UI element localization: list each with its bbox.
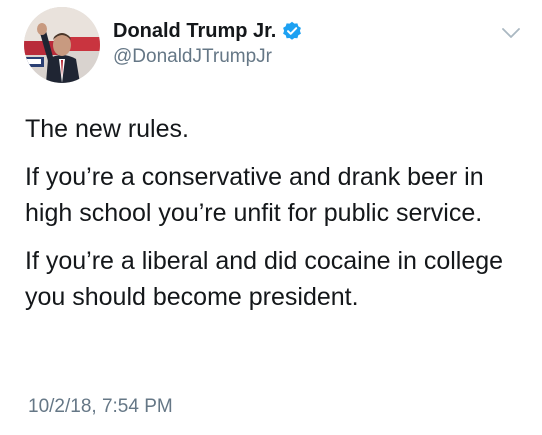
tweet-text: The new rules. If you’re a conservative …: [25, 111, 530, 315]
verified-badge-icon: [282, 21, 302, 41]
tweet-card: Donald Trump Jr. @DonaldJTrumpJr The new…: [0, 0, 542, 435]
author-info: Donald Trump Jr. @DonaldJTrumpJr: [113, 18, 302, 68]
author-handle[interactable]: @DonaldJTrumpJr: [113, 46, 302, 68]
avatar-photo: [24, 7, 100, 83]
name-row: Donald Trump Jr.: [113, 18, 302, 44]
tweet-paragraph: If you’re a conservative and drank beer …: [25, 163, 484, 227]
chevron-down-icon[interactable]: [501, 26, 521, 40]
tweet-paragraph: The new rules.: [25, 115, 189, 143]
tweet-paragraph: If you’re a liberal and did cocaine in c…: [25, 247, 504, 311]
avatar[interactable]: [24, 7, 100, 83]
tweet-timestamp[interactable]: 10/2/18, 7:54 PM: [28, 396, 173, 418]
author-display-name[interactable]: Donald Trump Jr.: [113, 20, 276, 43]
